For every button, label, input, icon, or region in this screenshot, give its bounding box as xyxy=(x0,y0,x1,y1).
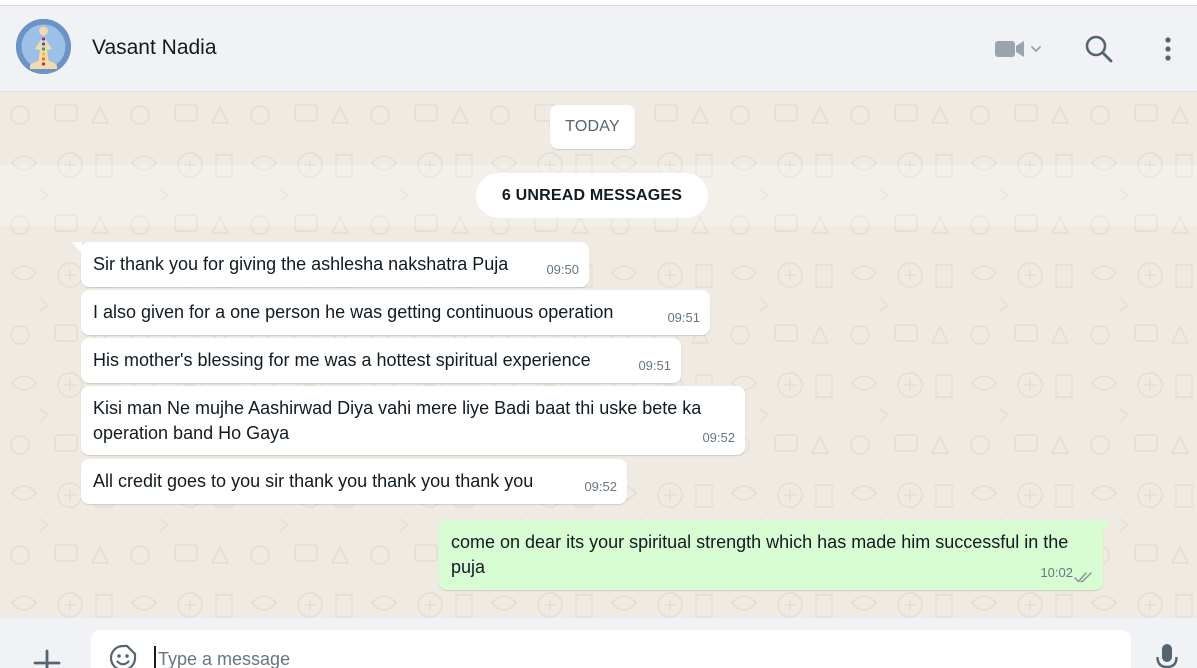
emoji-icon[interactable] xyxy=(108,643,138,668)
menu-button[interactable] xyxy=(1153,32,1183,66)
chat-header: Vasant Nadia xyxy=(0,6,1197,92)
video-call-button[interactable] xyxy=(992,34,1044,64)
plus-icon[interactable] xyxy=(32,648,62,668)
message-text: I also given for a one person he was get… xyxy=(93,302,614,322)
message-text: come on dear its your spiritual strength… xyxy=(451,532,1069,577)
search-icon xyxy=(1085,35,1113,63)
message-text: All credit goes to you sir thank you tha… xyxy=(93,471,534,491)
bubble-tail xyxy=(72,242,82,254)
bubble-tail xyxy=(1102,520,1112,532)
message-input[interactable] xyxy=(158,644,1058,668)
avatar[interactable] xyxy=(16,19,71,74)
message-time: 10:02 xyxy=(1040,565,1073,580)
message-time: 09:51 xyxy=(638,358,671,373)
video-call-icon xyxy=(995,41,1024,57)
mic-icon[interactable] xyxy=(1154,642,1180,668)
outgoing-message[interactable]: come on dear its your spiritual strength… xyxy=(439,520,1112,590)
date-divider: TODAY xyxy=(550,105,635,149)
incoming-message[interactable]: Kisi man Ne mujhe Aashirwad Diya vahi me… xyxy=(81,386,745,455)
chevron-down-icon xyxy=(1031,46,1041,53)
message-time: 09:52 xyxy=(584,479,617,494)
incoming-message[interactable]: I also given for a one person he was get… xyxy=(81,290,710,335)
message-text: Kisi man Ne mujhe Aashirwad Diya vahi me… xyxy=(93,398,702,443)
contact-name[interactable]: Vasant Nadia xyxy=(92,36,217,60)
read-receipt-icon xyxy=(1074,572,1092,583)
message-list[interactable]: TODAY 6 UNREAD MESSAGES Sir thank you fo… xyxy=(0,93,1197,618)
text-caret xyxy=(154,646,156,668)
incoming-message[interactable]: His mother's blessing for me was a hotte… xyxy=(81,338,681,383)
message-time: 09:50 xyxy=(546,262,579,277)
unread-messages-badge: 6 UNREAD MESSAGES xyxy=(476,173,708,218)
composer-bar xyxy=(0,618,1197,668)
incoming-message[interactable]: All credit goes to you sir thank you tha… xyxy=(81,459,627,504)
incoming-message[interactable]: Sir thank you for giving the ashlesha na… xyxy=(72,242,589,287)
message-text: His mother's blessing for me was a hotte… xyxy=(93,350,591,370)
message-time: 09:52 xyxy=(702,430,735,445)
message-time: 09:51 xyxy=(667,310,700,325)
search-button[interactable] xyxy=(1082,32,1116,66)
message-text: Sir thank you for giving the ashlesha na… xyxy=(93,254,509,274)
menu-icon xyxy=(1165,37,1171,61)
